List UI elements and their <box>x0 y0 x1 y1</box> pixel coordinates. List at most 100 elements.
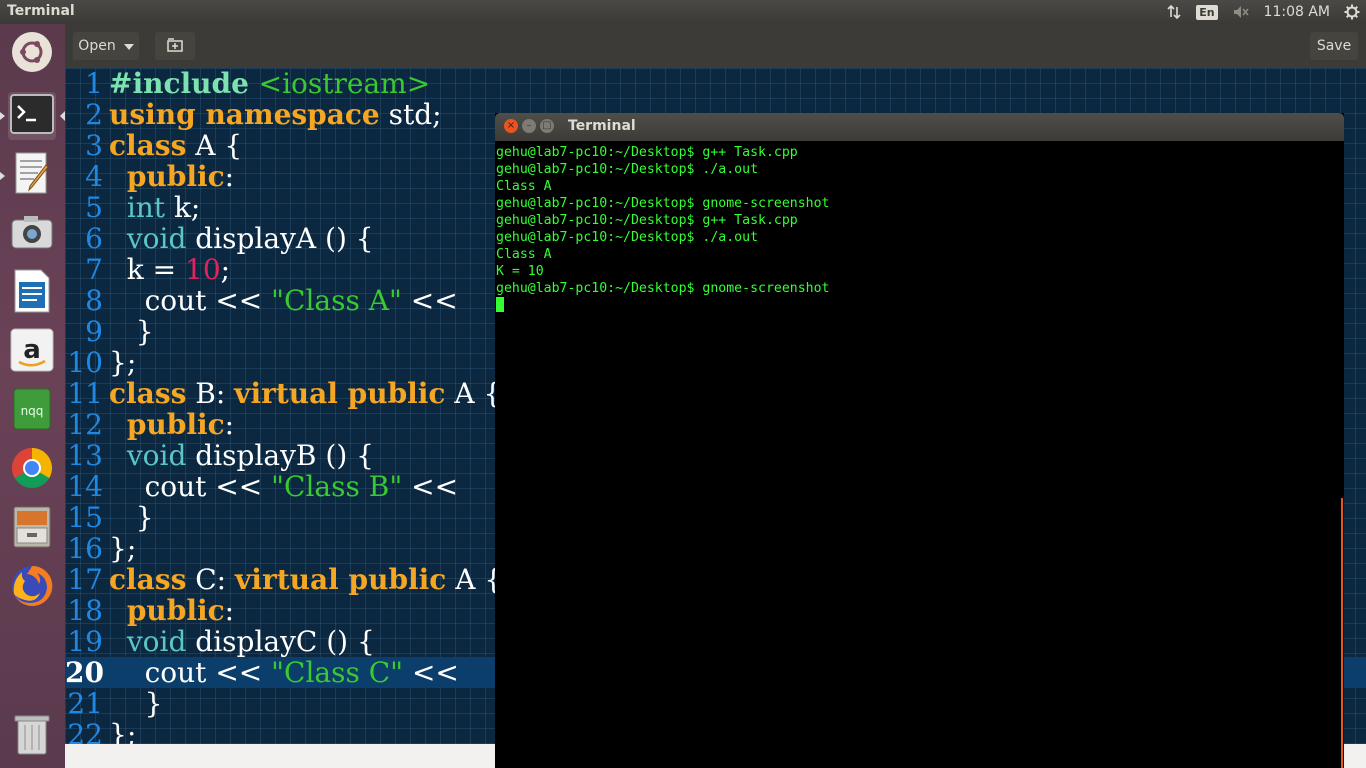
code-token: public <box>126 160 225 193</box>
code-token: ; <box>220 253 231 286</box>
terminal-icon <box>10 94 54 138</box>
code-token: B: <box>186 377 235 410</box>
terminal-output[interactable]: gehu@lab7-pc10:~/Desktop$ g++ Task.cpp ge… <box>496 144 1341 314</box>
amazon-icon: a <box>10 328 54 376</box>
code-token: class <box>109 563 187 596</box>
close-window-button[interactable]: × <box>504 119 518 133</box>
trash-icon <box>14 712 50 760</box>
keyboard-layout-indicator[interactable]: En <box>1196 4 1218 20</box>
line-number: 13 <box>67 439 103 472</box>
terminal-scroll-indicator <box>1341 498 1343 768</box>
line-number: 17 <box>67 563 103 596</box>
chevron-down-icon <box>123 38 134 54</box>
code-token: public <box>126 408 225 441</box>
terminal-title: Terminal <box>568 118 636 134</box>
code-token: C: <box>186 563 236 596</box>
code-token: : <box>224 594 235 627</box>
terminal-line: gehu@lab7-pc10:~/Desktop$ ./a.out <box>496 162 759 177</box>
system-tray: En 11:08 AM <box>1166 0 1366 24</box>
line-number: 12 <box>67 408 103 441</box>
code-token: using namespace <box>109 98 380 131</box>
line-number: 8 <box>85 284 103 317</box>
code-token: A { <box>186 129 243 162</box>
close-icon: × <box>506 120 516 131</box>
terminal-line: Class A <box>496 247 552 262</box>
terminal-cursor <box>496 297 504 312</box>
launcher-amazon[interactable]: a <box>8 328 56 376</box>
minimize-window-button[interactable]: – <box>522 119 536 133</box>
new-document-button[interactable] <box>155 32 195 60</box>
launcher-files[interactable] <box>8 505 56 553</box>
launcher-notepadqq[interactable]: nqq <box>8 387 56 435</box>
launcher-chrome[interactable] <box>8 446 56 494</box>
line-number: 6 <box>85 222 103 255</box>
line-number: 15 <box>67 501 103 534</box>
save-button[interactable]: Save <box>1310 32 1358 60</box>
code-token: class <box>109 377 187 410</box>
code-token: int <box>126 191 166 224</box>
line-number: 2 <box>85 98 103 131</box>
line-number: 4 <box>85 160 103 193</box>
file-cabinet-icon <box>11 505 53 553</box>
code-token: : <box>224 160 235 193</box>
terminal-line: gehu@lab7-pc10:~/Desktop$ gnome-screensh… <box>496 196 830 211</box>
svg-text:nqq: nqq <box>21 404 44 418</box>
terminal-line: gehu@lab7-pc10:~/Desktop$ g++ Task.cpp <box>496 213 798 228</box>
terminal-line: K = 10 <box>496 264 544 279</box>
maximize-icon: □ <box>542 120 552 131</box>
launcher-writer[interactable] <box>8 269 56 317</box>
ubuntu-logo-icon <box>10 30 54 78</box>
terminal-titlebar[interactable]: × – □ Terminal <box>495 113 1344 141</box>
network-arrows-icon[interactable] <box>1166 4 1182 20</box>
running-indicator <box>0 112 5 120</box>
line-number: 20 <box>65 656 104 689</box>
dash-button[interactable] <box>8 30 56 78</box>
line-number: 9 <box>85 315 103 348</box>
code-token: k; <box>165 191 201 224</box>
code-token: void <box>126 625 187 658</box>
terminal-line: gehu@lab7-pc10:~/Desktop$ g++ Task.cpp <box>496 145 798 160</box>
code-token: } <box>109 315 154 348</box>
code-token: cout << <box>109 470 272 503</box>
system-gear-icon[interactable] <box>1344 4 1360 20</box>
code-token: #include <box>109 68 259 100</box>
clock[interactable]: 11:08 AM <box>1264 4 1330 20</box>
code-token: std; <box>379 98 442 131</box>
line-number: 11 <box>67 377 103 410</box>
code-token: <iostream> <box>258 68 431 100</box>
open-button-label: Open <box>78 38 116 54</box>
maximize-window-button[interactable]: □ <box>540 119 554 133</box>
minimize-icon: – <box>526 120 532 131</box>
launcher-trash[interactable] <box>8 712 56 760</box>
launcher-terminal[interactable] <box>8 92 56 140</box>
terminal-window[interactable]: × – □ Terminal gehu@lab7-pc10:~/Desktop$… <box>495 113 1344 768</box>
launcher-firefox[interactable] <box>8 564 56 612</box>
svg-text:a: a <box>23 335 41 365</box>
top-panel: Terminal En 11:08 AM <box>0 0 1366 24</box>
code-token: A { <box>446 563 503 596</box>
writer-icon <box>13 268 51 318</box>
terminal-line: Class A <box>496 179 552 194</box>
code-line[interactable]: 1 #include <iostream> <box>65 68 1366 99</box>
code-token: class <box>109 129 187 162</box>
new-tab-icon <box>167 37 183 56</box>
code-token: : <box>224 408 235 441</box>
code-token: "Class B" <box>271 470 403 503</box>
open-button[interactable]: Open <box>73 32 139 60</box>
line-number: 14 <box>67 470 103 503</box>
code-token: displayC () { <box>186 625 375 658</box>
terminal-prompt-line[interactable] <box>496 297 1341 314</box>
camera-icon <box>10 214 54 254</box>
line-number: 1 <box>85 68 103 100</box>
volume-muted-icon[interactable] <box>1232 4 1250 20</box>
launcher-text-editor[interactable] <box>8 151 56 199</box>
line-number: 19 <box>67 625 103 658</box>
launcher-screenshot[interactable] <box>8 210 56 258</box>
line-number: 5 <box>85 191 103 224</box>
code-token: displayB () { <box>186 439 374 472</box>
